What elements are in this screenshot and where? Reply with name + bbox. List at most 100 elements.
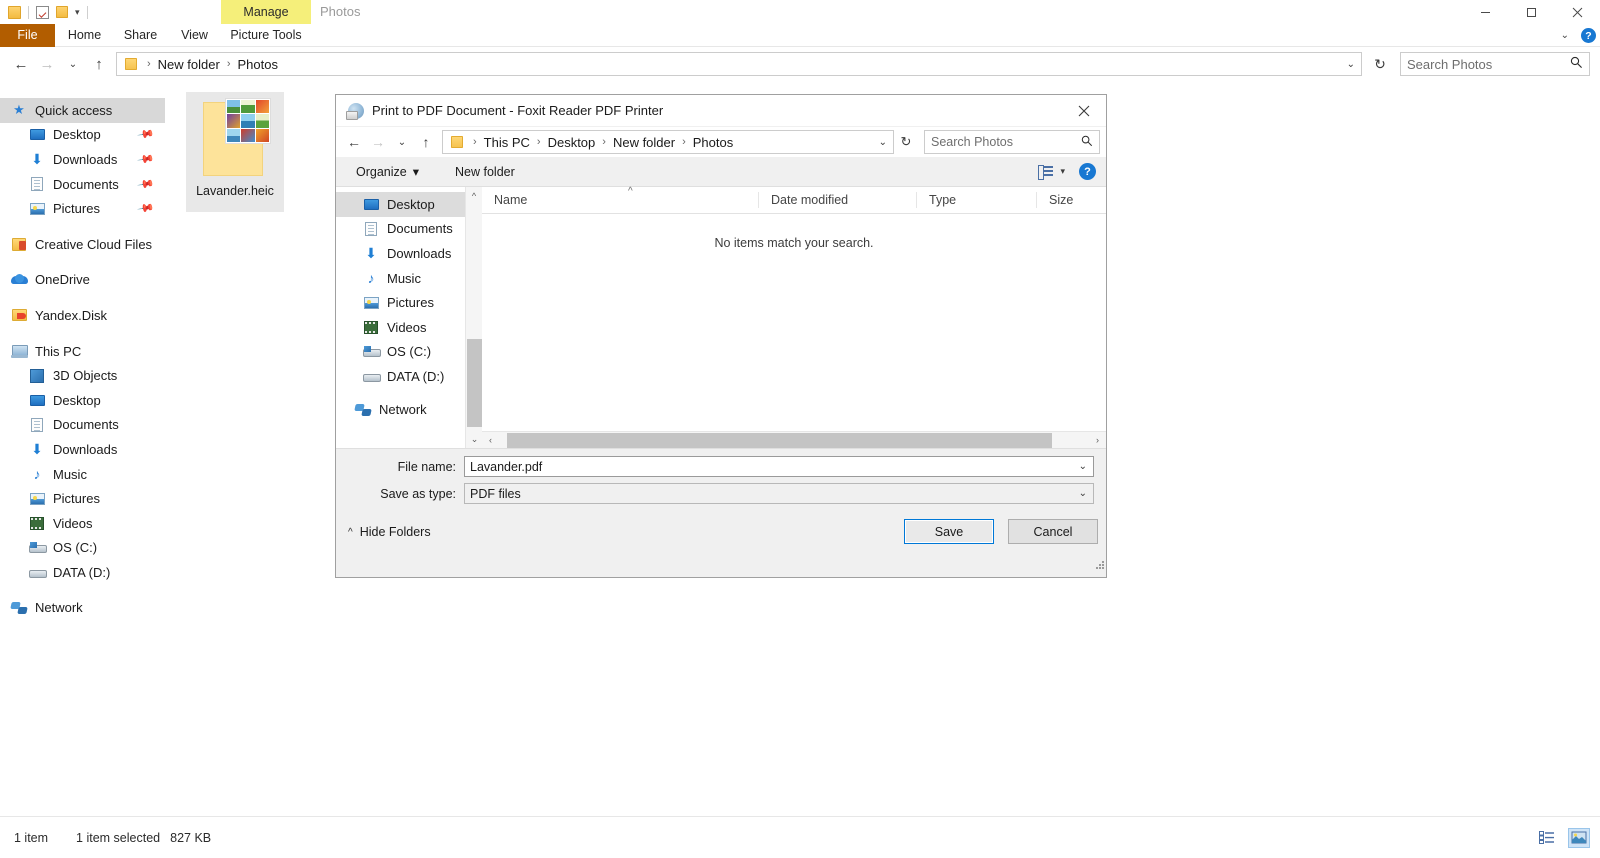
tree-vertical-scrollbar[interactable]: ^ ⌄ <box>465 187 482 448</box>
column-header-type[interactable]: Type <box>916 192 1036 208</box>
cancel-button[interactable]: Cancel <box>1008 519 1098 544</box>
sidebar-item-pictures[interactable]: Pictures 📌 <box>0 196 165 221</box>
dialog-address-input[interactable]: › This PC › Desktop › New folder › Photo… <box>442 130 894 154</box>
pin-icon[interactable]: 📌 <box>137 150 156 169</box>
breadcrumb-new-folder[interactable]: New folder <box>155 57 223 72</box>
sidebar-item-data-d[interactable]: DATA (D:) <box>0 560 165 585</box>
tab-view[interactable]: View <box>172 24 217 47</box>
sidebar-item-pc-downloads[interactable]: ⬇ Downloads <box>0 437 165 462</box>
contextual-tab-group-manage[interactable]: Manage <box>221 0 311 24</box>
sidebar-item-yandex-disk[interactable]: Yandex.Disk <box>0 303 165 328</box>
dialog-close-icon[interactable] <box>1062 95 1106 127</box>
sidebar-item-pc-desktop[interactable]: Desktop <box>0 388 165 413</box>
dialog-breadcrumb-desktop[interactable]: Desktop <box>545 135 599 150</box>
sidebar-item-onedrive[interactable]: OneDrive <box>0 268 165 293</box>
address-input[interactable]: › New folder › Photos ⌄ <box>116 52 1362 76</box>
back-arrow-icon[interactable]: ← <box>8 51 34 77</box>
dialog-breadcrumb-this-pc[interactable]: This PC <box>481 135 533 150</box>
save-as-type-select[interactable]: PDF files ⌄ <box>464 483 1094 504</box>
refresh-icon[interactable]: ↻ <box>1368 52 1392 76</box>
tree-item-music[interactable]: ♪ Music <box>336 266 482 291</box>
new-folder-icon[interactable] <box>56 6 68 18</box>
tab-file[interactable]: File <box>0 24 55 47</box>
pin-icon[interactable]: 📌 <box>137 126 156 144</box>
column-header-size[interactable]: Size <box>1036 192 1106 208</box>
folder-icon[interactable] <box>8 5 21 19</box>
scroll-right-icon[interactable]: › <box>1089 432 1106 449</box>
dialog-recent-locations-icon[interactable]: ⌄ <box>390 130 414 154</box>
recent-locations-icon[interactable]: ⌄ <box>60 51 86 77</box>
chevron-down-icon[interactable]: ⌄ <box>879 137 887 148</box>
sidebar-item-documents[interactable]: Documents 📌 <box>0 172 165 197</box>
tab-home[interactable]: Home <box>62 24 107 47</box>
help-icon[interactable]: ? <box>1581 28 1596 43</box>
tree-item-network[interactable]: Network <box>336 397 482 422</box>
save-button[interactable]: Save <box>904 519 994 544</box>
dialog-help-icon[interactable]: ? <box>1079 163 1096 180</box>
dialog-refresh-icon[interactable]: ↻ <box>894 130 918 154</box>
chevron-down-icon[interactable]: ⌄ <box>1079 461 1087 472</box>
sidebar-item-quick-access[interactable]: ★ Quick access <box>0 98 165 123</box>
scrollbar-thumb[interactable] <box>467 339 482 427</box>
scroll-up-icon[interactable]: ^ <box>466 187 482 204</box>
sidebar-item-pc-videos[interactable]: Videos <box>0 511 165 536</box>
scrollbar-track[interactable] <box>499 432 1089 449</box>
large-icons-view-icon[interactable] <box>1568 827 1590 848</box>
close-icon[interactable] <box>1554 0 1600 24</box>
dialog-breadcrumb-new-folder[interactable]: New folder <box>610 135 678 150</box>
pin-icon[interactable]: 📌 <box>137 175 156 194</box>
forward-arrow-icon[interactable]: → <box>34 51 60 77</box>
dialog-back-arrow-icon[interactable]: ← <box>342 130 366 154</box>
scroll-left-icon[interactable]: ‹ <box>482 432 499 449</box>
properties-icon[interactable] <box>36 5 49 19</box>
sidebar-item-network[interactable]: Network <box>0 596 165 621</box>
up-arrow-icon[interactable]: ↑ <box>86 51 112 77</box>
customize-toolbar-caret-icon[interactable]: ▾ <box>75 6 80 19</box>
yandex-disk-icon <box>10 307 28 323</box>
tree-item-data-d[interactable]: DATA (D:) <box>336 364 482 389</box>
new-folder-button[interactable]: New folder <box>455 165 515 179</box>
tree-item-downloads[interactable]: ⬇ Downloads <box>336 241 482 266</box>
column-header-name[interactable]: Name <box>482 192 758 208</box>
minimize-icon[interactable] <box>1462 0 1508 24</box>
sidebar-item-downloads[interactable]: ⬇ Downloads 📌 <box>0 147 165 172</box>
chevron-down-icon[interactable]: ⌄ <box>1561 30 1569 41</box>
column-header-date-modified[interactable]: Date modified <box>758 192 916 208</box>
search-input[interactable]: Search Photos <box>1400 52 1590 76</box>
sidebar-item-pc-pictures[interactable]: Pictures <box>0 486 165 511</box>
organize-button[interactable]: Organize ▾ <box>356 164 419 180</box>
maximize-icon[interactable] <box>1508 0 1554 24</box>
pin-icon[interactable]: 📌 <box>137 199 156 218</box>
dialog-resize-grip[interactable] <box>1094 559 1104 569</box>
sidebar-item-desktop[interactable]: Desktop 📌 <box>0 123 165 148</box>
list-horizontal-scrollbar[interactable]: ‹ › <box>482 431 1106 448</box>
dialog-search-input[interactable]: Search Photos <box>924 130 1100 154</box>
change-view-button[interactable]: ▾ <box>1038 165 1065 180</box>
tree-item-desktop[interactable]: Desktop <box>336 192 482 217</box>
sidebar-item-this-pc[interactable]: This PC <box>0 339 165 364</box>
sidebar-item-3d-objects[interactable]: 3D Objects <box>0 363 165 388</box>
scrollbar-thumb[interactable] <box>507 432 1052 448</box>
dialog-forward-arrow-icon[interactable]: → <box>366 130 390 154</box>
tree-item-pictures[interactable]: Pictures <box>336 290 482 315</box>
scroll-down-icon[interactable]: ⌄ <box>466 431 482 448</box>
tab-share[interactable]: Share <box>118 24 163 47</box>
file-item-lavander[interactable]: Lavander.heic <box>186 92 284 212</box>
dialog-up-arrow-icon[interactable]: ↑ <box>414 130 438 154</box>
chevron-down-icon[interactable]: ⌄ <box>1347 59 1355 70</box>
sidebar-item-pc-documents[interactable]: Documents <box>0 413 165 438</box>
tree-item-videos[interactable]: Videos <box>336 315 482 340</box>
sidebar-item-pc-music[interactable]: ♪ Music <box>0 462 165 487</box>
tree-item-documents[interactable]: Documents <box>336 217 482 242</box>
chevron-down-icon[interactable]: ⌄ <box>1079 488 1087 499</box>
sidebar-item-creative-cloud-files[interactable]: Creative Cloud Files <box>0 232 165 257</box>
details-view-icon[interactable] <box>1536 828 1558 848</box>
sidebar-item-os-c[interactable]: OS (C:) <box>0 536 165 561</box>
tab-picture-tools[interactable]: Picture Tools <box>222 24 310 47</box>
dialog-file-list[interactable]: Name Date modified Type Size ^ No items … <box>482 186 1106 448</box>
breadcrumb-photos[interactable]: Photos <box>234 57 280 72</box>
dialog-breadcrumb-photos[interactable]: Photos <box>690 135 736 150</box>
file-name-input[interactable]: Lavander.pdf ⌄ <box>464 456 1094 477</box>
tree-item-os-c[interactable]: OS (C:) <box>336 340 482 365</box>
hide-folders-toggle[interactable]: ^ Hide Folders <box>348 525 431 539</box>
